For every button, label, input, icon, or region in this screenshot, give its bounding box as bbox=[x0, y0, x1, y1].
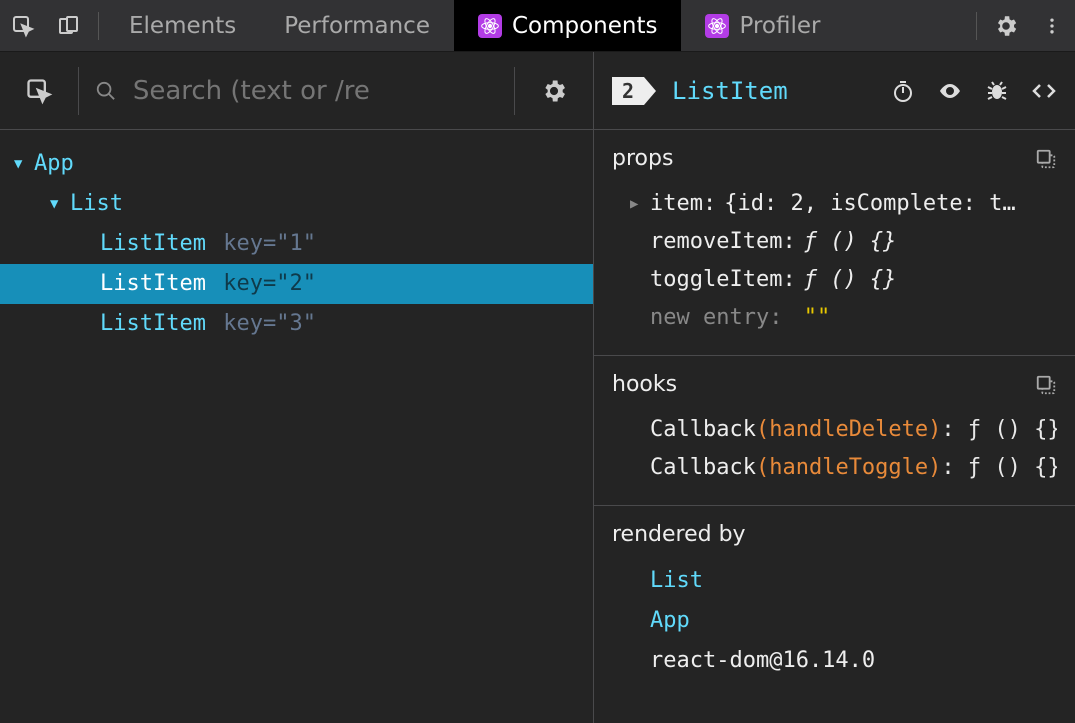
react-icon bbox=[478, 14, 502, 38]
section-title: props bbox=[612, 146, 1035, 171]
eye-icon[interactable] bbox=[937, 79, 963, 103]
prop-name: removeItem bbox=[650, 223, 782, 261]
rendered-by-section: rendered by List App react-dom@16.14.0 bbox=[594, 506, 1075, 699]
prop-value: {id: 2, isComplete: t… bbox=[724, 185, 1015, 223]
prop-name[interactable]: new entry bbox=[650, 299, 769, 337]
prop-name: toggleItem bbox=[650, 261, 782, 299]
section-title: rendered by bbox=[612, 522, 1057, 547]
detail-header: 2 ListItem bbox=[594, 52, 1075, 130]
inspect-element-icon[interactable] bbox=[0, 52, 78, 129]
tree-row-list[interactable]: ▼ List bbox=[0, 184, 593, 224]
selected-component-name: ListItem bbox=[672, 77, 788, 105]
tree-row-listitem[interactable]: ListItem key="1" bbox=[0, 224, 593, 264]
rendered-by-link[interactable]: App bbox=[650, 601, 1057, 641]
divider bbox=[98, 12, 99, 40]
hooks-section: hooks Callback(handleDelete): ƒ () {} Ca… bbox=[594, 356, 1075, 506]
stopwatch-icon[interactable] bbox=[891, 79, 915, 103]
kebab-menu-icon[interactable] bbox=[1029, 0, 1075, 51]
settings-gear-icon[interactable] bbox=[983, 0, 1029, 51]
prop-value: ƒ () {} bbox=[804, 261, 897, 299]
prop-name: item bbox=[650, 185, 703, 223]
devtools-tabbar: Elements Performance Components Profiler bbox=[0, 0, 1075, 52]
hook-value: ƒ () {} bbox=[968, 417, 1057, 442]
tab-label: Elements bbox=[129, 13, 236, 39]
tab-elements[interactable]: Elements bbox=[105, 0, 260, 51]
tab-performance[interactable]: Performance bbox=[260, 0, 454, 51]
props-section: props ▶ item : {id: 2, isComplete: t… re… bbox=[594, 130, 1075, 356]
copy-icon[interactable] bbox=[1035, 374, 1057, 396]
search-icon bbox=[95, 79, 117, 103]
component-name: ListItem bbox=[100, 224, 206, 264]
component-name: ListItem bbox=[100, 264, 206, 304]
prop-value[interactable]: "" bbox=[804, 299, 831, 337]
tab-label: Components bbox=[512, 13, 658, 39]
tree-row-listitem[interactable]: ListItem key="3" bbox=[0, 304, 593, 344]
detail-pane: 2 ListItem bbox=[594, 52, 1075, 723]
component-name: App bbox=[34, 144, 74, 184]
render-count-badge: 2 bbox=[612, 77, 644, 105]
key-attribute: key="3" bbox=[210, 304, 316, 344]
tab-profiler[interactable]: Profiler bbox=[681, 0, 844, 51]
tab-components[interactable]: Components bbox=[454, 0, 682, 51]
component-name: List bbox=[70, 184, 123, 224]
component-tree-pane: ▼ App ▼ List ListItem key="1" ListItem k… bbox=[0, 52, 594, 723]
prop-row-new-entry[interactable]: new entry : "" bbox=[612, 299, 1057, 337]
tab-label: Profiler bbox=[739, 13, 820, 39]
key-attribute: key="1" bbox=[210, 224, 316, 264]
hook-row[interactable]: Callback(handleToggle): ƒ () {} bbox=[612, 449, 1057, 487]
caret-icon[interactable]: ▼ bbox=[50, 184, 70, 224]
search-input[interactable] bbox=[133, 76, 514, 106]
hook-value: ƒ () {} bbox=[968, 455, 1057, 480]
tree-row-app[interactable]: ▼ App bbox=[0, 144, 593, 184]
react-icon bbox=[705, 14, 729, 38]
tab-label: Performance bbox=[284, 13, 430, 39]
caret-icon[interactable]: ▼ bbox=[14, 144, 34, 184]
component-name: ListItem bbox=[100, 304, 206, 344]
divider bbox=[976, 12, 977, 40]
rendered-by-link[interactable]: List bbox=[650, 561, 1057, 601]
tree-settings-icon[interactable] bbox=[515, 52, 593, 129]
tree-row-listitem[interactable]: ListItem key="2" bbox=[0, 264, 593, 304]
section-title: hooks bbox=[612, 372, 1035, 397]
device-icon[interactable] bbox=[46, 0, 92, 51]
key-attribute: key="2" bbox=[210, 264, 316, 304]
prop-value: ƒ () {} bbox=[804, 223, 897, 261]
left-toolbar bbox=[0, 52, 593, 130]
component-tree: ▼ App ▼ List ListItem key="1" ListItem k… bbox=[0, 130, 593, 344]
copy-icon[interactable] bbox=[1035, 148, 1057, 170]
prop-row[interactable]: removeItem : ƒ () {} bbox=[612, 223, 1057, 261]
prop-row[interactable]: ▶ item : {id: 2, isComplete: t… bbox=[612, 185, 1057, 223]
view-source-icon[interactable] bbox=[1031, 79, 1057, 103]
bug-icon[interactable] bbox=[985, 79, 1009, 103]
hook-row[interactable]: Callback(handleDelete): ƒ () {} bbox=[612, 411, 1057, 449]
search-box[interactable] bbox=[79, 76, 514, 106]
rendered-by-version: react-dom@16.14.0 bbox=[650, 641, 1057, 681]
inspect-icon[interactable] bbox=[0, 0, 46, 51]
prop-row[interactable]: toggleItem : ƒ () {} bbox=[612, 261, 1057, 299]
caret-icon[interactable]: ▶ bbox=[630, 185, 650, 223]
